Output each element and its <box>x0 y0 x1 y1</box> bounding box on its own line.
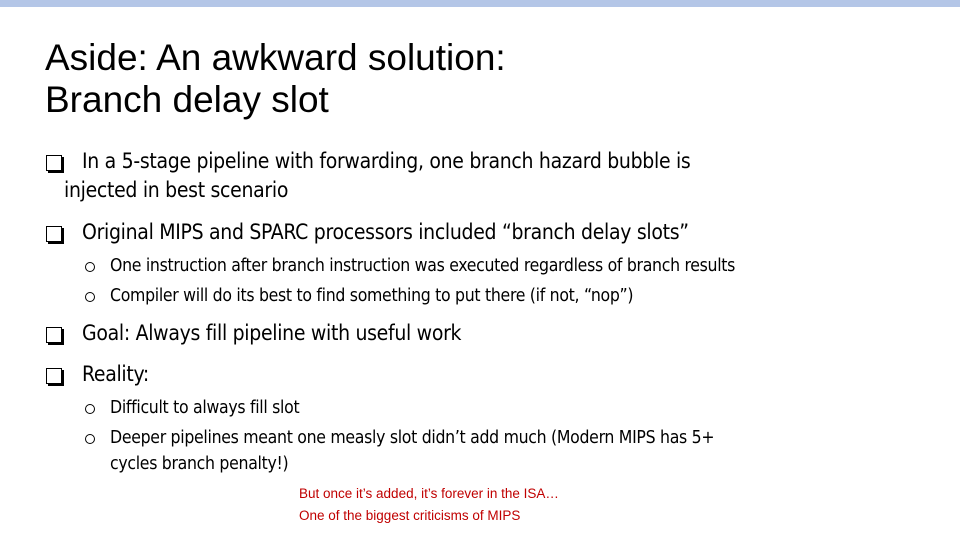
slide-title: Aside: An awkward solution: Branch delay… <box>45 37 506 121</box>
accent-bar <box>0 0 960 7</box>
checkbox-bullet-icon <box>46 226 62 242</box>
bullet-4-sub-1: Difficult to always fill slot <box>110 398 300 418</box>
note-line-2: One of the biggest criticisms of MIPS <box>299 508 521 523</box>
bullet-1-line-1: In a 5-stage pipeline with forwarding, o… <box>82 149 691 173</box>
bullet-2-sub-2: Compiler will do its best to find someth… <box>110 286 634 306</box>
title-line-1: Aside: An awkward solution: <box>45 37 506 78</box>
title-line-2: Branch delay slot <box>45 79 329 120</box>
bullet-2-sub-1: One instruction after branch instruction… <box>110 256 736 276</box>
checkbox-bullet-icon <box>46 368 62 384</box>
checkbox-bullet-icon <box>46 155 62 171</box>
bullet-4-sub-2-cont: cycles branch penalty!) <box>110 454 289 474</box>
bullet-4-line-1: Reality: <box>82 362 149 386</box>
bullet-3-line-1: Goal: Always fill pipeline with useful w… <box>82 321 462 345</box>
circle-bullet-icon <box>85 292 95 302</box>
checkbox-bullet-icon <box>46 327 62 343</box>
circle-bullet-icon <box>85 404 95 414</box>
bullet-2-line-1: Original MIPS and SPARC processors inclu… <box>82 220 689 244</box>
circle-bullet-icon <box>85 434 95 444</box>
bullet-1-line-2: injected in best scenario <box>64 178 289 202</box>
bullet-4-sub-2: Deeper pipelines meant one measly slot d… <box>110 428 715 448</box>
circle-bullet-icon <box>85 262 95 272</box>
note-line-1: But once it’s added, it’s forever in the… <box>299 486 559 501</box>
